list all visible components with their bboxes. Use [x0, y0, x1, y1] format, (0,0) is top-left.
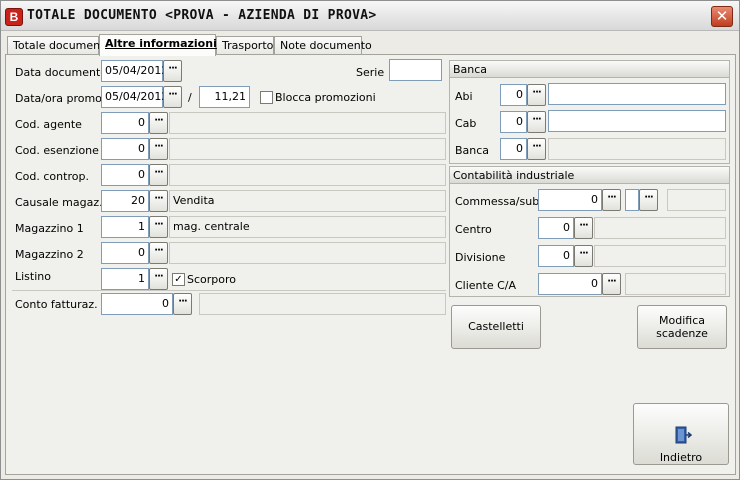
conto-fatturaz-description [199, 293, 446, 315]
divisione-label: Divisione [455, 251, 506, 264]
cliente-ca-field[interactable]: 0 [538, 273, 602, 295]
cod-controp-label: Cod. controp. [15, 170, 89, 183]
divisione-field[interactable]: 0 [538, 245, 574, 267]
banca-group-title: Banca [450, 61, 729, 78]
window-title: TOTALE DOCUMENTO <PROVA - AZIENDA DI PRO… [27, 8, 377, 23]
banca-lookup-button[interactable]: ··· [527, 138, 546, 160]
contabilita-group: Contabilità industriale Commessa/subc. 0… [449, 166, 730, 297]
cod-controp-description [169, 164, 446, 186]
magazzino1-label: Magazzino 1 [15, 222, 84, 235]
ora-promo-field[interactable]: 11,21 [199, 86, 250, 108]
abi-lookup-button[interactable]: ··· [527, 84, 546, 106]
cab-description[interactable] [548, 110, 726, 132]
magazzino1-description: mag. centrale [169, 216, 446, 238]
abi-description[interactable] [548, 83, 726, 105]
magazzino2-description [169, 242, 446, 264]
cab-label: Cab [455, 117, 477, 130]
causale-lookup-button[interactable]: ··· [149, 190, 168, 212]
app-icon: B [5, 8, 23, 26]
cod-agente-field[interactable]: 0 [101, 112, 149, 134]
banca-description [548, 138, 726, 160]
magazzino1-field[interactable]: 1 [101, 216, 149, 238]
abi-field[interactable]: 0 [500, 84, 527, 106]
castelletti-button-label: Castelletti [468, 320, 524, 333]
cab-lookup-button[interactable]: ··· [527, 111, 546, 133]
centro-description [594, 217, 726, 239]
data-promo-field[interactable]: 05/04/2012 [101, 86, 168, 108]
form-divider [12, 290, 446, 291]
banca-label: Banca [455, 144, 490, 157]
modifica-scadenze-label-line1: Modifica [659, 314, 705, 327]
centro-lookup-button[interactable]: ··· [574, 217, 593, 239]
data-documento-field[interactable]: 05/04/2012 [101, 60, 168, 82]
abi-label: Abi [455, 90, 473, 103]
cod-esenzione-lookup-button[interactable]: ··· [149, 138, 168, 160]
conto-fatturaz-lookup-button[interactable]: ··· [173, 293, 192, 315]
date-time-separator: / [188, 91, 192, 104]
listino-field[interactable]: 1 [101, 268, 149, 290]
cod-controp-field[interactable]: 0 [101, 164, 149, 186]
magazzino1-lookup-button[interactable]: ··· [149, 216, 168, 238]
scorporo-checkbox[interactable]: ✓ [172, 273, 185, 286]
data-documento-label: Data documento [15, 66, 107, 79]
centro-field[interactable]: 0 [538, 217, 574, 239]
cliente-ca-lookup-button[interactable]: ··· [602, 273, 621, 295]
divisione-description [594, 245, 726, 267]
conto-fatturaz-field[interactable]: 0 [101, 293, 173, 315]
banca-field[interactable]: 0 [500, 138, 527, 160]
data-documento-lookup-button[interactable]: ··· [163, 60, 182, 82]
indietro-button[interactable]: Indietro [633, 403, 729, 465]
tab-panel: Data documento 05/04/2012 ··· Serie Data… [5, 54, 736, 475]
dialog-window: B TOTALE DOCUMENTO <PROVA - AZIENDA DI P… [0, 0, 740, 480]
serie-label: Serie [356, 66, 385, 79]
listino-label: Listino [15, 270, 51, 283]
causale-description: Vendita [169, 190, 446, 212]
modifica-scadenze-label-line2: scadenze [656, 327, 708, 340]
indietro-button-label: Indietro [659, 451, 703, 464]
title-bar: B TOTALE DOCUMENTO <PROVA - AZIENDA DI P… [1, 1, 739, 31]
listino-lookup-button[interactable]: ··· [149, 268, 168, 290]
commessa-field[interactable]: 0 [538, 189, 602, 211]
magazzino2-field[interactable]: 0 [101, 242, 149, 264]
data-promo-label: Data/ora promo. [15, 92, 106, 105]
magazzino2-lookup-button[interactable]: ··· [149, 242, 168, 264]
blocca-promozioni-label: Blocca promozioni [275, 91, 376, 104]
tab-totale-documento[interactable]: Totale documento [7, 36, 111, 55]
divisione-lookup-button[interactable]: ··· [574, 245, 593, 267]
magazzino2-label: Magazzino 2 [15, 248, 84, 261]
modifica-scadenze-button[interactable]: Modifica scadenze [637, 305, 727, 349]
commessa-description [667, 189, 726, 211]
tab-note-documento[interactable]: Note documento [274, 36, 372, 55]
subcommessa-field[interactable] [625, 189, 639, 211]
cod-controp-lookup-button[interactable]: ··· [149, 164, 168, 186]
blocca-promozioni-checkbox[interactable] [260, 91, 273, 104]
castelletti-button[interactable]: Castelletti [451, 305, 541, 349]
causale-field[interactable]: 20 [101, 190, 149, 212]
cod-esenzione-description [169, 138, 446, 160]
serie-field[interactable] [389, 59, 442, 81]
cliente-ca-label: Cliente C/A [455, 279, 517, 292]
data-promo-lookup-button[interactable]: ··· [163, 86, 182, 108]
banca-group: Banca Abi 0 ··· Cab 0 ··· Banca 0 ··· [449, 60, 730, 164]
cod-agente-lookup-button[interactable]: ··· [149, 112, 168, 134]
cab-field[interactable]: 0 [500, 111, 527, 133]
commessa-label: Commessa/subc. [455, 195, 549, 208]
contabilita-group-title: Contabilità industriale [450, 167, 729, 184]
close-button[interactable]: ✕ [711, 6, 733, 27]
subcommessa-lookup-button[interactable]: ··· [639, 189, 658, 211]
tab-altre-informazioni[interactable]: Altre informazioni [99, 34, 217, 56]
causale-label: Causale magaz. [15, 196, 103, 209]
centro-label: Centro [455, 223, 492, 236]
tab-trasporto[interactable]: Trasporto [216, 36, 274, 55]
cod-agente-label: Cod. agente [15, 118, 82, 131]
scorporo-label: Scorporo [187, 273, 237, 286]
door-exit-icon [675, 426, 693, 444]
conto-fatturaz-label: Conto fatturaz. [15, 298, 98, 311]
cod-agente-description [169, 112, 446, 134]
commessa-lookup-button[interactable]: ··· [602, 189, 621, 211]
cod-esenzione-label: Cod. esenzione [15, 144, 99, 157]
cliente-ca-description [625, 273, 726, 295]
cod-esenzione-field[interactable]: 0 [101, 138, 149, 160]
